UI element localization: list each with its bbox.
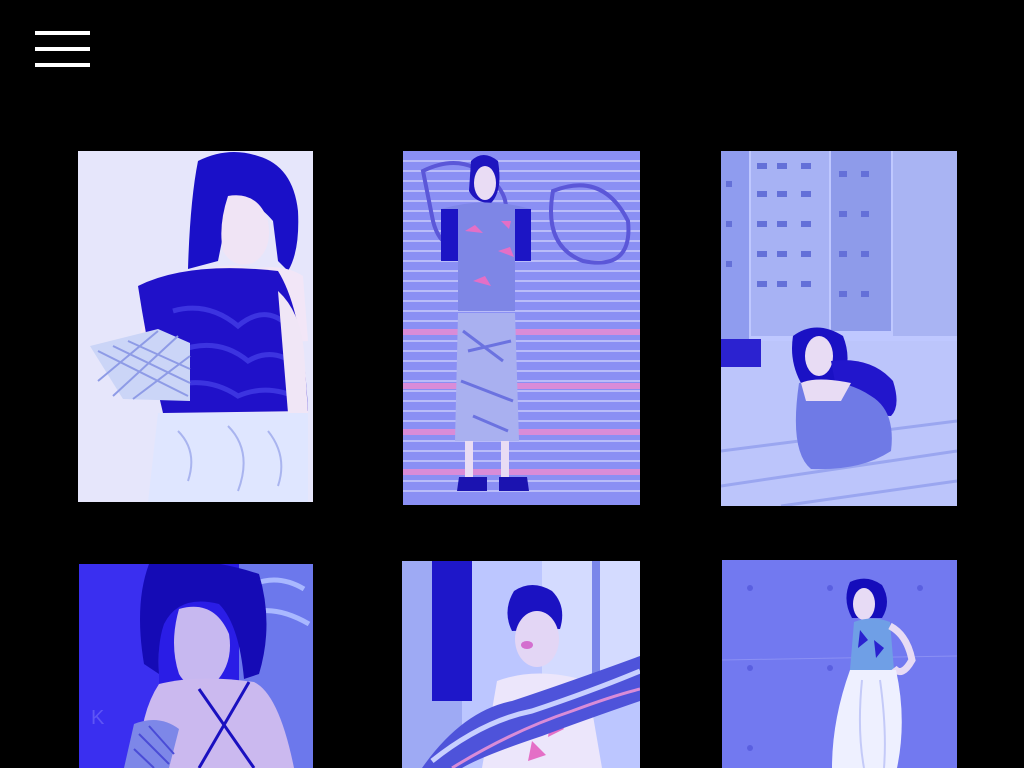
gallery-tile-1[interactable] — [78, 151, 313, 502]
photo-model-iridescent-drape — [402, 561, 640, 768]
gallery-tile-6[interactable] — [722, 560, 957, 768]
menu-bar-middle — [35, 47, 90, 51]
gallery-tile-4[interactable]: K — [79, 564, 313, 768]
menu-bar-bottom — [35, 63, 90, 67]
hamburger-menu-button[interactable] — [35, 31, 90, 67]
photo-model-concrete-wall — [722, 560, 957, 768]
page: K — [0, 0, 1024, 768]
gallery-tile-2[interactable] — [403, 151, 640, 505]
photo-model-rooftop-towers — [721, 151, 957, 506]
photo-model-sculpted-top — [78, 151, 313, 502]
gallery-tile-5[interactable] — [402, 561, 640, 768]
menu-bar-top — [35, 31, 90, 35]
photo-model-graffiti-wall: K — [79, 564, 313, 768]
graffiti-mark: K — [91, 707, 105, 729]
gallery-tile-3[interactable] — [721, 151, 957, 506]
photo-model-shutter-backdrop — [403, 151, 640, 505]
